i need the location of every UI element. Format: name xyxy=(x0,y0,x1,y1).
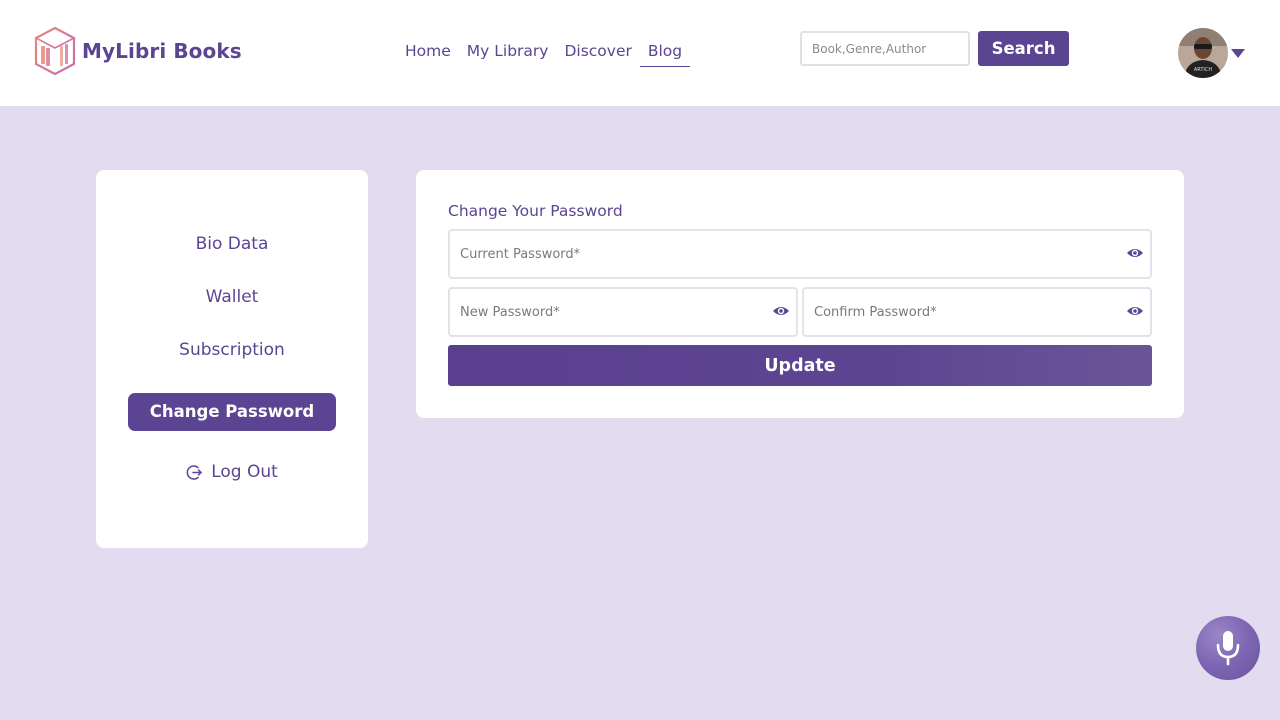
nav-discover[interactable]: Discover xyxy=(556,40,639,67)
top-header: MyLibri Books Home My Library Discover B… xyxy=(0,0,1280,106)
voice-search-button[interactable] xyxy=(1196,616,1260,680)
sidebar-item-bio-data[interactable]: Bio Data xyxy=(96,234,368,254)
current-password-input[interactable] xyxy=(450,231,1150,277)
caret-down-icon[interactable] xyxy=(1230,47,1246,59)
user-avatar[interactable]: ARTICH xyxy=(1178,28,1228,78)
account-sidebar: Bio Data Wallet Subscription Change Pass… xyxy=(96,170,368,548)
sidebar-item-subscription[interactable]: Subscription xyxy=(96,340,368,360)
sidebar-item-log-out[interactable]: Log Out xyxy=(96,462,368,482)
eye-icon[interactable] xyxy=(772,304,790,318)
new-password-field xyxy=(448,287,798,337)
confirm-password-input[interactable] xyxy=(804,289,1150,335)
book-cube-logo-icon xyxy=(34,26,76,76)
confirm-password-field xyxy=(802,287,1152,337)
svg-text:ARTICH: ARTICH xyxy=(1194,67,1213,73)
form-title: Change Your Password xyxy=(448,202,623,220)
sidebar-item-label: Log Out xyxy=(211,462,278,482)
brand-name: MyLibri Books xyxy=(82,39,242,63)
current-password-field xyxy=(448,229,1152,279)
update-button[interactable]: Update xyxy=(448,345,1152,386)
nav-home[interactable]: Home xyxy=(397,40,459,67)
user-photo: ARTICH xyxy=(1178,28,1228,78)
search-button[interactable]: Search xyxy=(978,31,1069,66)
logout-icon xyxy=(186,464,203,480)
nav-blog[interactable]: Blog xyxy=(639,40,691,67)
eye-icon[interactable] xyxy=(1126,246,1144,260)
sidebar-item-wallet[interactable]: Wallet xyxy=(96,287,368,307)
new-password-input[interactable] xyxy=(450,289,796,335)
search-input[interactable] xyxy=(800,31,970,66)
main-nav: Home My Library Discover Blog xyxy=(397,40,691,67)
microphone-icon xyxy=(1216,631,1240,666)
nav-my-library[interactable]: My Library xyxy=(459,40,557,67)
sidebar-item-change-password[interactable]: Change Password xyxy=(128,393,336,431)
change-password-card: Change Your Password Update xyxy=(416,170,1184,418)
eye-icon[interactable] xyxy=(1126,304,1144,318)
brand-logo[interactable]: MyLibri Books xyxy=(34,26,242,76)
